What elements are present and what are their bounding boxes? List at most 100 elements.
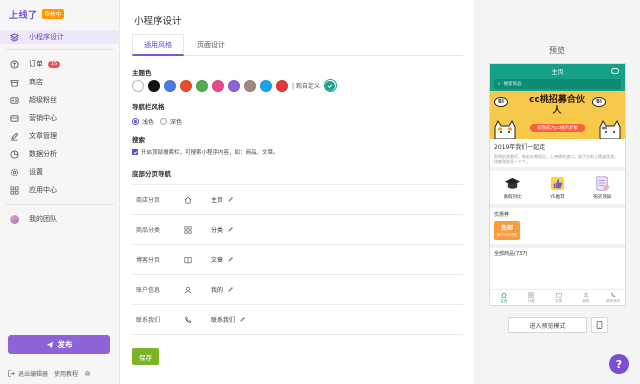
banner-cta: 加我成为cc桃的老板	[530, 124, 585, 132]
graduation-cap-icon	[505, 177, 521, 189]
swatch-red[interactable]	[276, 79, 288, 92]
search-toggle[interactable]: 开启顶部搜索栏，可搜索小程序内容，如：商品、文章。	[132, 148, 279, 156]
swatch-black[interactable]	[148, 79, 160, 92]
theme-color-title: 主题色	[132, 69, 152, 77]
table-row: 商品分类 分类	[132, 215, 463, 245]
cat-illustration	[599, 119, 621, 139]
radio-dark[interactable]	[160, 118, 168, 125]
sidebar-item-articles[interactable]: 文章管理	[0, 129, 120, 143]
sidebar-item-fans[interactable]: 超级粉丝	[0, 93, 120, 107]
tab-general-style[interactable]: 通用风格	[132, 34, 184, 56]
feature-item: 真假对比	[504, 175, 522, 200]
banner-bubble-right: BI	[592, 97, 606, 107]
check-icon	[328, 83, 333, 88]
help-button[interactable]: ?	[609, 354, 629, 374]
navbar-style-title: 导航栏风格	[132, 103, 165, 111]
bottom-nav-title: 底部分页导航	[132, 170, 171, 178]
preview-panel: 预览 主页 ⌕ 搜索商品 BI cc桃招募合伙人 加我成为cc桃的老板 BI 2…	[474, 0, 640, 384]
swatch-blue[interactable]	[164, 79, 176, 92]
intro-title: 2019年我们一起走	[494, 144, 546, 151]
edit-pencil-icon[interactable]	[239, 316, 246, 323]
sidebar-item-label: 应用中心	[29, 186, 57, 194]
swatch-pink[interactable]	[212, 79, 224, 92]
tab-bar: 通用风格 页面设计	[132, 34, 463, 56]
divider	[6, 49, 114, 50]
coupon-card: 免邮 满199元可用	[494, 221, 520, 240]
sidebar-item-apps[interactable]: 应用中心	[0, 183, 120, 197]
swatch-light-blue[interactable]	[260, 79, 272, 92]
book-icon[interactable]	[183, 255, 192, 264]
edit-pencil-icon[interactable]	[227, 286, 234, 293]
swatch-green[interactable]	[196, 79, 208, 92]
gear-icon	[84, 370, 91, 377]
swatch-brown[interactable]	[244, 79, 256, 92]
sidebar-item-label: 文章管理	[29, 132, 57, 140]
search-checkbox-label: 开启顶部搜索栏，可搜索小程序内容，如：商品、文章。	[141, 150, 279, 156]
user-icon	[583, 292, 589, 298]
sidebar-item-label: 营销中心	[29, 114, 57, 122]
mobile-icon	[596, 321, 603, 329]
radio-dark-label[interactable]: 深色	[170, 117, 182, 126]
tab-name: 主页	[211, 197, 224, 204]
tutorial-link[interactable]: 使用教程	[54, 369, 78, 378]
sidebar-item-analytics[interactable]: 数据分析	[0, 147, 120, 161]
exit-editor-link[interactable]: 退出编辑器	[8, 369, 48, 378]
home-icon[interactable]	[183, 195, 192, 204]
sidebar: 上线了 审核中 小程序设计 订单 15 商店 超级粉丝 营销中心 文章管理 数据…	[0, 0, 120, 384]
sidebar-item-settings[interactable]: 设置	[0, 165, 120, 179]
edit-pencil-icon[interactable]	[227, 226, 234, 233]
sidebar-item-orders[interactable]: 订单 15	[0, 57, 120, 71]
sidebar-item-team[interactable]: 我的团队	[0, 212, 120, 226]
radio-light[interactable]	[132, 118, 139, 125]
check-icon	[133, 150, 137, 154]
mobile-preview-button[interactable]	[591, 317, 608, 333]
feature-item: 购买须知	[593, 175, 611, 200]
exit-icon	[8, 370, 15, 377]
edit-pencil-icon[interactable]	[227, 196, 234, 203]
review-status-badge: 审核中	[41, 9, 65, 19]
publish-button[interactable]: 发布	[8, 335, 110, 354]
table-row: 博客分页 文章	[132, 245, 463, 275]
enter-preview-button[interactable]: 进入预览模式	[508, 317, 587, 333]
promo-banner: BI cc桃招募合伙人 加我成为cc桃的老板 BI	[490, 91, 625, 139]
search-title: 搜索	[132, 136, 145, 144]
user-icon[interactable]	[183, 285, 192, 294]
sidebar-item-marketing[interactable]: 营销中心	[0, 111, 120, 125]
theme-color-swatches: | 观自定义	[132, 79, 337, 92]
megaphone-icon	[10, 114, 19, 123]
search-checkbox[interactable]	[132, 149, 138, 155]
tab-name: 我的	[211, 287, 224, 294]
tab-page-design[interactable]: 页面设计	[184, 34, 238, 56]
custom-color-label: | 观自定义	[292, 83, 320, 90]
send-icon	[46, 341, 53, 348]
table-row: 商店分页 主页	[132, 185, 463, 215]
sidebar-item-mini-design[interactable]: 小程序设计	[0, 30, 120, 44]
swatch-purple[interactable]	[228, 79, 240, 92]
grid-icon[interactable]	[183, 225, 192, 234]
intro-section: 2019年我们一起走 即便前途渺茫，和君未曾相见，上帝德的渡口，浪子在船上随波逐…	[490, 139, 625, 171]
settings-icon-button[interactable]	[84, 370, 94, 377]
radio-light-label[interactable]: 浅色	[142, 117, 154, 126]
sidebar-item-shop[interactable]: 商店	[0, 75, 120, 89]
custom-color-swatch[interactable]	[323, 79, 337, 92]
swatch-white[interactable]	[132, 79, 144, 92]
phone-tabbar: 主页 分类 文章 我的 联系我们	[490, 289, 625, 305]
feature-row: 真假对比 YE推荐 购买须知	[490, 171, 625, 208]
phone-header: 主页	[490, 64, 625, 79]
phone-icon[interactable]	[183, 315, 192, 324]
table-row: 账户信息 我的	[132, 275, 463, 305]
orders-count-badge: 15	[48, 60, 61, 68]
all-goods-title: 全部商品(737)	[494, 251, 528, 257]
page-title: 小程序设计	[134, 16, 182, 27]
sidebar-item-label: 我的团队	[29, 215, 57, 223]
edit-pencil-icon[interactable]	[227, 256, 234, 263]
phone-search: ⌕ 搜索商品	[490, 79, 625, 91]
coupon-title: 优惠券	[494, 212, 510, 218]
swatch-orange[interactable]	[180, 79, 192, 92]
save-button[interactable]: 保存	[132, 348, 159, 365]
store-icon	[10, 78, 19, 87]
capsule-menu-icon	[611, 68, 619, 74]
sidebar-item-label: 商店	[29, 78, 43, 86]
brand[interactable]: 上线了 审核中	[9, 8, 65, 21]
phone-tab: 文章	[545, 290, 572, 305]
